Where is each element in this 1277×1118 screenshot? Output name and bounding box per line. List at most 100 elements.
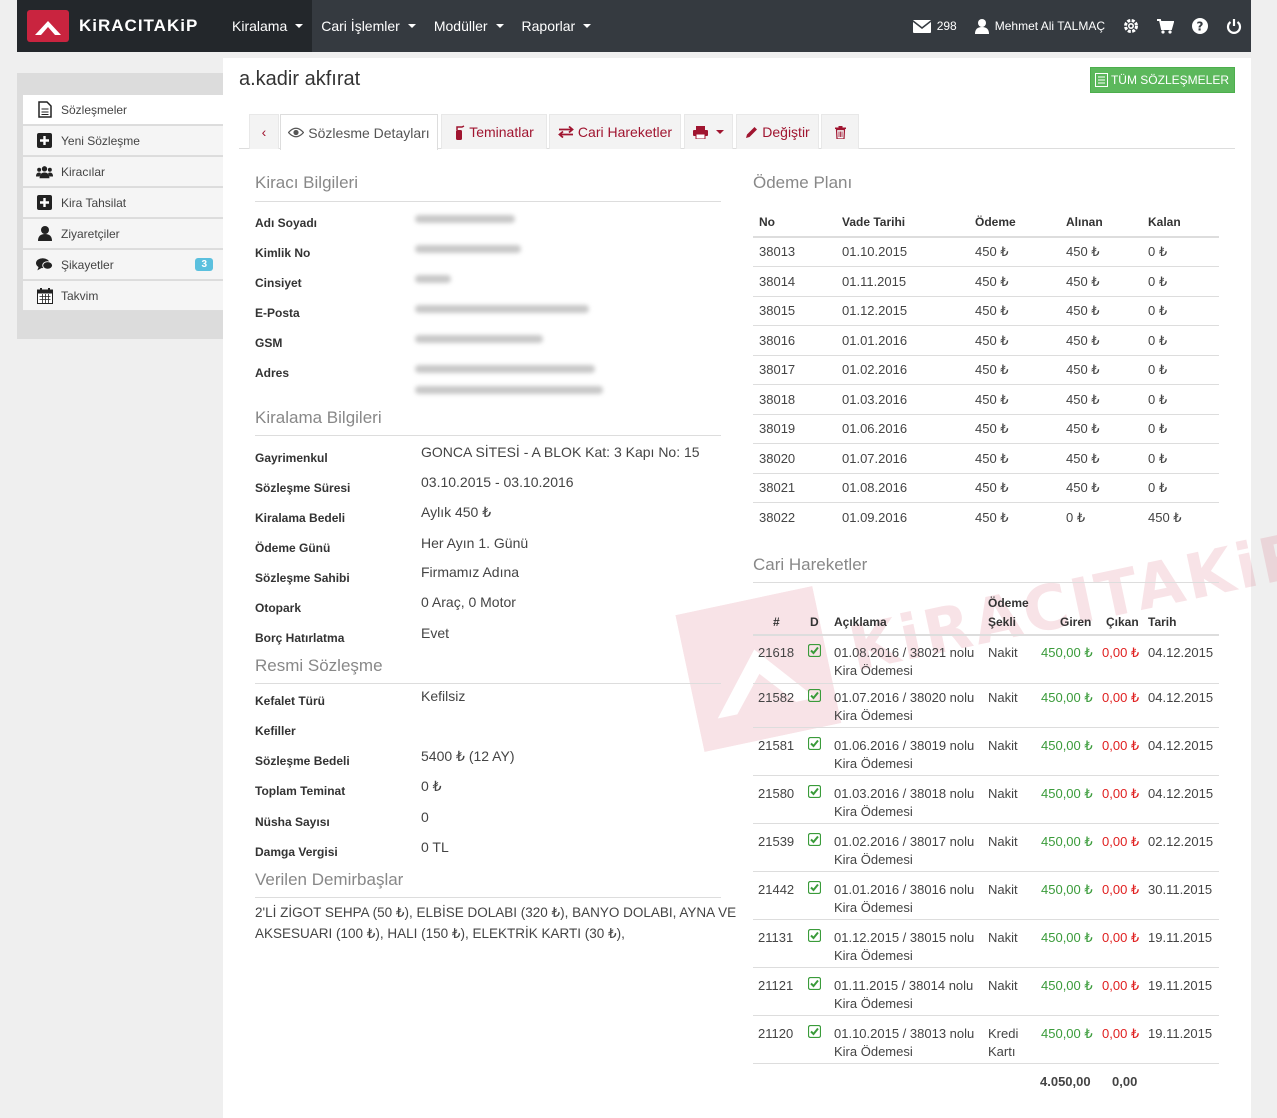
amount-out: 0,00 ₺ (1102, 930, 1140, 945)
table-row-divider (753, 384, 1219, 385)
fire-extinguisher-icon (456, 124, 465, 140)
official-label: Sözleşme Bedeli (255, 754, 350, 768)
table-row-divider (753, 775, 1219, 776)
sidebar-item-sikayetler[interactable]: Şikayetler 3 (23, 250, 223, 280)
settings-button[interactable] (1114, 0, 1148, 52)
transactions-title: Cari Hareketler (753, 555, 868, 574)
table-cell: 450 ₺ (975, 391, 1009, 407)
table-cell: 01.03.2016 (842, 391, 908, 407)
all-contracts-button[interactable]: TÜM SÖZLEŞMELER (1089, 67, 1235, 93)
redacted-value (415, 365, 595, 373)
amount-in: 450,00 ₺ (1041, 738, 1093, 753)
user-name: Mehmet Ali TALMAÇ (994, 19, 1105, 33)
gear-icon (1124, 19, 1138, 33)
redacted-value (415, 335, 543, 343)
tab-contract-details[interactable]: Sözlesme Detayları (280, 114, 438, 150)
amount-in: 450,00 ₺ (1041, 786, 1093, 801)
check-square-icon (807, 784, 822, 801)
table-cell: 450 ₺ (975, 450, 1009, 466)
tab-back[interactable]: ‹ (249, 114, 279, 149)
logo[interactable]: KiRACITAKiP (17, 0, 223, 52)
tenant-info-title: Kiracı Bilgileri (255, 173, 358, 192)
tenant-label-name: Adı Soyadı (255, 216, 318, 230)
rental-value-reminder: Evet (421, 625, 450, 641)
official-value-stamp-duty: 0 TL (421, 839, 449, 855)
sidebar-item-takvim[interactable]: Takvim (23, 281, 223, 311)
divider (255, 683, 721, 684)
tab-guarantees[interactable]: Teminatlar (441, 114, 547, 149)
table-cell: 38019 (759, 421, 796, 436)
redacted-value (415, 386, 603, 394)
table-row-divider (753, 472, 1219, 474)
amount-out: 0,00 ₺ (1102, 786, 1140, 801)
table-header: Tarih (1148, 615, 1177, 629)
rental-label: Gayrimenkul (255, 451, 328, 465)
sidebar-item-yeni-sozlesme[interactable]: Yeni Sözleşme (23, 126, 223, 156)
redacted-value (415, 215, 515, 223)
payment-method: Nakit (988, 978, 1018, 993)
caret-down-icon (716, 130, 724, 134)
rental-label: Sözleşme Süresi (255, 481, 351, 495)
nav-moduller[interactable]: Modüller (425, 0, 513, 52)
messages-button[interactable]: 298 (904, 0, 966, 52)
table-cell: 450 ₺ (975, 421, 1009, 436)
transaction-description: 01.02.2016 / 38017 nolu (834, 834, 975, 849)
table-cell: 450 ₺ (975, 362, 1009, 377)
eye-icon (288, 127, 305, 138)
sidebar-item-ziyaretciler[interactable]: Ziyaretçiler (23, 219, 223, 249)
messages-count: 298 (936, 19, 957, 33)
users-icon (36, 163, 53, 180)
transaction-id: 21582 (758, 690, 795, 705)
nav-raporlar[interactable]: Raporlar (513, 0, 601, 52)
sidebar-item-kira-tahsilat[interactable]: Kira Tahsilat (23, 188, 223, 218)
payment-method: Kredi (988, 1026, 1019, 1041)
envelope-icon (912, 19, 931, 33)
tab-transactions[interactable]: Cari Hareketler (549, 114, 681, 149)
check-square-icon (807, 976, 822, 993)
table-cell: 01.08.2016 (842, 480, 908, 495)
table-cell: 0 ₺ (1148, 303, 1168, 318)
sidebar-item-kiracilar[interactable]: Kiracılar (23, 157, 223, 187)
sidebar-item-label: Takvim (61, 288, 99, 303)
brand-name: KiRACITAKiP (79, 16, 199, 35)
transaction-description: Kira Ödemesi (834, 948, 913, 963)
table-cell: 450 ₺ (1066, 332, 1100, 348)
logout-button[interactable] (1217, 0, 1251, 52)
amount-out: 0,00 ₺ (1102, 690, 1140, 705)
amount-out: 0,00 ₺ (1102, 978, 1140, 993)
sidebar-item-label: Yeni Sözleşme (61, 133, 140, 148)
tab-edit[interactable]: Değiştir (736, 114, 819, 149)
user-menu[interactable]: Mehmet Ali TALMAÇ (966, 0, 1114, 52)
table-cell: 450 ₺ (975, 332, 1009, 348)
table-cell: 450 ₺ (1066, 244, 1100, 259)
table-cell: 01.01.2016 (842, 332, 908, 348)
tab-print[interactable] (684, 114, 733, 149)
table-row-divider (753, 1063, 1219, 1064)
logo-mark-icon (27, 10, 69, 42)
question-circle-icon: ? (1192, 18, 1208, 34)
table-header: Giren (1060, 615, 1092, 629)
table-header: Kalan (1148, 215, 1181, 229)
nav-kiralama[interactable]: Kiralama (223, 0, 313, 52)
amount-out: 0,00 ₺ (1102, 882, 1140, 897)
main-content: a.kadir akfırat TÜM SÖZLEŞMELER ‹ Sözles… (223, 58, 1277, 1118)
tab-delete[interactable] (821, 114, 859, 149)
amount-out: 0,00 ₺ (1102, 645, 1140, 660)
user-icon (36, 225, 53, 242)
cart-button[interactable] (1148, 0, 1183, 52)
help-button[interactable]: ? (1183, 0, 1217, 52)
table-cell: 01.07.2016 (842, 450, 908, 466)
payment-method: Nakit (988, 786, 1018, 801)
amount-in: 450,00 ₺ (1041, 978, 1093, 993)
payment-method: Kartı (988, 1044, 1016, 1059)
amount-out: 0,00 ₺ (1102, 738, 1140, 753)
transaction-description: Kira Ödemesi (834, 663, 913, 678)
caret-down-icon (407, 24, 416, 28)
table-cell: 01.09.2016 (842, 509, 908, 525)
sidebar-item-sozlesmeler[interactable]: Sözleşmeler (23, 95, 223, 125)
amount-in: 450,00 ₺ (1041, 645, 1093, 660)
nav-cari-islemler[interactable]: Cari İşlemler (312, 0, 425, 52)
table-cell: 38014 (759, 273, 796, 289)
table-header: Çıkan (1106, 615, 1139, 629)
check-square-icon (807, 880, 822, 897)
